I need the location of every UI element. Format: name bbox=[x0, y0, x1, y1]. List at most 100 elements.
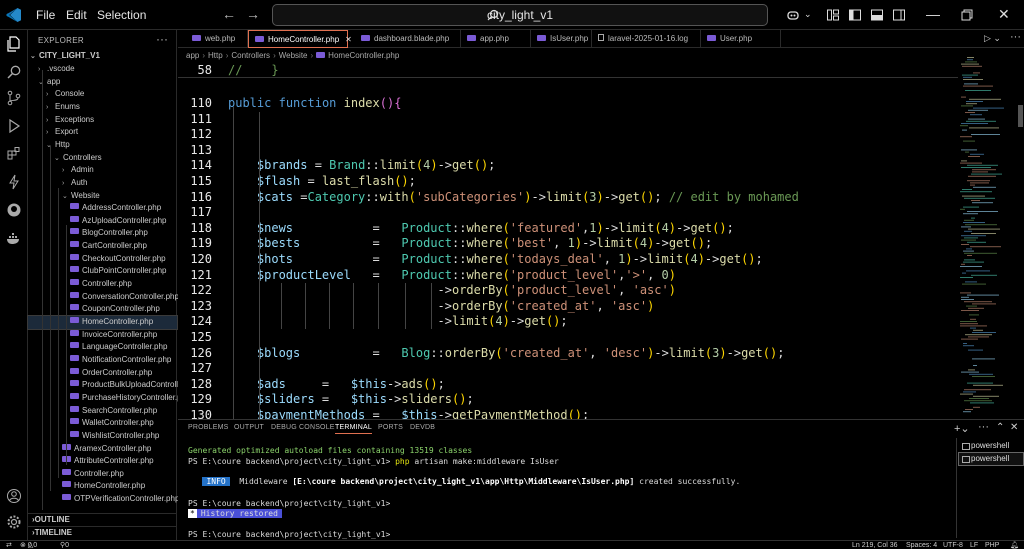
run-icon[interactable]: ▷ ⌄ bbox=[984, 33, 1001, 44]
minimap-line bbox=[965, 61, 977, 63]
minimap-line bbox=[961, 105, 973, 107]
panel-more-icon[interactable]: ··· bbox=[978, 421, 989, 433]
encoding[interactable]: UTF-8 bbox=[943, 541, 963, 549]
editor-tab[interactable]: IsUser.php bbox=[531, 30, 592, 48]
account-icon[interactable] bbox=[6, 488, 22, 504]
php-file-icon bbox=[70, 367, 79, 374]
minimap-line bbox=[960, 266, 982, 267]
cursor-position[interactable]: Ln 219, Col 36 bbox=[852, 541, 898, 549]
close-window-icon[interactable]: ✕ bbox=[998, 6, 1010, 23]
editor-tab[interactable]: web.php bbox=[186, 30, 248, 48]
testing-icon[interactable] bbox=[6, 174, 22, 190]
terminal-instance[interactable]: powershell bbox=[959, 440, 1023, 452]
folder-item[interactable]: › Enums bbox=[28, 101, 177, 114]
terminal-line: INFO Middleware [E:\coure backend\projec… bbox=[188, 477, 740, 488]
folder-item[interactable]: › Exceptions bbox=[28, 114, 177, 127]
problems-status[interactable]: ⊗ 0 △ 0 bbox=[20, 541, 37, 549]
remote-icon[interactable]: ⇄ bbox=[6, 541, 12, 549]
back-arrow-icon[interactable]: ← bbox=[222, 6, 236, 22]
file-item[interactable]: OTPVerificationController.php bbox=[28, 493, 179, 506]
minimap[interactable] bbox=[958, 49, 1018, 419]
code-editor[interactable]: 58 // } 110 public function index(){111 11… bbox=[178, 62, 958, 419]
chevron-down-icon: ⌄ bbox=[30, 53, 36, 60]
panel-tab[interactable]: DEVDB bbox=[410, 424, 435, 431]
editor-tab[interactable]: laravel-2025-01-16.log bbox=[592, 30, 701, 48]
panel-tab[interactable]: OUTPUT bbox=[234, 424, 264, 431]
minimap-line bbox=[965, 151, 969, 153]
code-line: ->limit(4)->get(); bbox=[228, 314, 568, 329]
minimap-line bbox=[964, 197, 995, 199]
minimap-line bbox=[960, 325, 987, 327]
minimize-icon[interactable]: — bbox=[926, 6, 940, 22]
php-file-icon bbox=[537, 35, 546, 41]
breadcrumb-item[interactable]: Website bbox=[279, 51, 308, 60]
toggle-primary-sidebar-icon[interactable] bbox=[848, 8, 862, 22]
source-control-icon[interactable] bbox=[6, 90, 22, 106]
docker-icon[interactable] bbox=[6, 230, 22, 246]
editor-scrollbar[interactable] bbox=[1018, 105, 1023, 127]
editor-tab[interactable]: app.php bbox=[461, 30, 531, 48]
menu-file[interactable]: File bbox=[36, 8, 55, 22]
chevron-down-icon[interactable]: ⌄ bbox=[804, 9, 812, 20]
settings-gear-icon[interactable] bbox=[6, 514, 22, 530]
minimap-line bbox=[963, 411, 971, 413]
more-actions-icon[interactable]: ··· bbox=[156, 32, 168, 46]
breadcrumb-item[interactable]: app bbox=[186, 51, 199, 60]
panel-tab[interactable]: PORTS bbox=[378, 424, 403, 431]
ports-status[interactable]: ⚲ 0 bbox=[60, 541, 69, 549]
outline-section[interactable]: ›OUTLINE bbox=[28, 513, 177, 526]
notifications-bell-icon[interactable]: 🔔︎ bbox=[1010, 541, 1019, 549]
restore-icon[interactable] bbox=[960, 8, 974, 22]
breadcrumb-item[interactable]: Controllers bbox=[231, 51, 270, 60]
line-number: 125 bbox=[190, 330, 212, 344]
toggle-panel-icon[interactable] bbox=[870, 8, 884, 22]
close-tab-icon[interactable]: ✕ bbox=[345, 35, 352, 44]
run-debug-icon[interactable] bbox=[6, 118, 22, 134]
minimap-line bbox=[965, 409, 973, 410]
minimap-line bbox=[963, 206, 979, 208]
minimap-line bbox=[966, 120, 996, 122]
sticky-scroll-line[interactable]: 58 // } bbox=[178, 62, 958, 78]
panel-tab[interactable]: TERMINAL bbox=[335, 424, 372, 434]
minimap-preview bbox=[960, 57, 1004, 413]
workspace-root[interactable]: ⌄ CITY_LIGHT_V1 bbox=[28, 50, 177, 63]
folder-item[interactable]: ⌄ app bbox=[28, 76, 177, 89]
explorer-icon[interactable] bbox=[6, 36, 22, 52]
editor-tab[interactable]: User.php bbox=[701, 30, 781, 48]
timeline-section[interactable]: ›TIMELINE bbox=[28, 526, 177, 539]
breadcrumb-item[interactable]: HomeController.php bbox=[328, 51, 399, 60]
github-icon[interactable] bbox=[6, 202, 22, 218]
toggle-secondary-sidebar-icon[interactable] bbox=[892, 8, 906, 22]
folder-item[interactable]: › Console bbox=[28, 88, 177, 101]
close-panel-icon[interactable]: ✕ bbox=[1010, 422, 1018, 433]
maximize-panel-icon[interactable]: ⌃ bbox=[996, 422, 1004, 433]
forward-arrow-icon[interactable]: → bbox=[246, 6, 260, 22]
panel-tab[interactable]: PROBLEMS bbox=[188, 424, 229, 431]
editor-tab[interactable]: HomeController.php ✕ bbox=[248, 30, 352, 48]
editor-tab[interactable]: dashboard.blade.php bbox=[355, 30, 461, 48]
new-terminal-icon[interactable]: +⌄ bbox=[954, 422, 970, 435]
php-file-icon bbox=[70, 266, 79, 273]
language-mode[interactable]: PHP bbox=[985, 541, 999, 549]
code-line: $news = Product::where('featured',1)->li… bbox=[256, 220, 734, 235]
code-line: $bests = Product::where('best', 1)->limi… bbox=[256, 236, 713, 251]
folder-item[interactable]: › Export bbox=[28, 126, 177, 139]
terminal-line: PS E:\coure backend\project\city_light_v… bbox=[188, 499, 391, 508]
menu-selection[interactable]: Selection bbox=[97, 8, 146, 22]
copilot-icon[interactable] bbox=[786, 8, 800, 22]
indentation[interactable]: Spaces: 4 bbox=[906, 541, 937, 549]
minimap-line bbox=[962, 74, 978, 76]
search-icon[interactable] bbox=[6, 64, 22, 80]
panel-tab[interactable]: DEBUG CONSOLE bbox=[271, 424, 335, 431]
minimap-line bbox=[965, 281, 977, 283]
command-center-search[interactable]: city_light_v1 bbox=[272, 4, 768, 26]
end-of-line[interactable]: LF bbox=[970, 541, 978, 549]
extensions-icon[interactable] bbox=[6, 146, 22, 162]
editor-more-icon[interactable]: ··· bbox=[1010, 31, 1021, 43]
menu-edit[interactable]: Edit bbox=[66, 8, 87, 22]
customize-layout-icon[interactable] bbox=[826, 8, 840, 22]
breadcrumb-item[interactable]: Http bbox=[208, 51, 223, 60]
folder-item[interactable]: › .vscode bbox=[28, 63, 177, 76]
minimap-line bbox=[961, 160, 967, 162]
terminal-instance[interactable]: powershell bbox=[958, 452, 1024, 466]
